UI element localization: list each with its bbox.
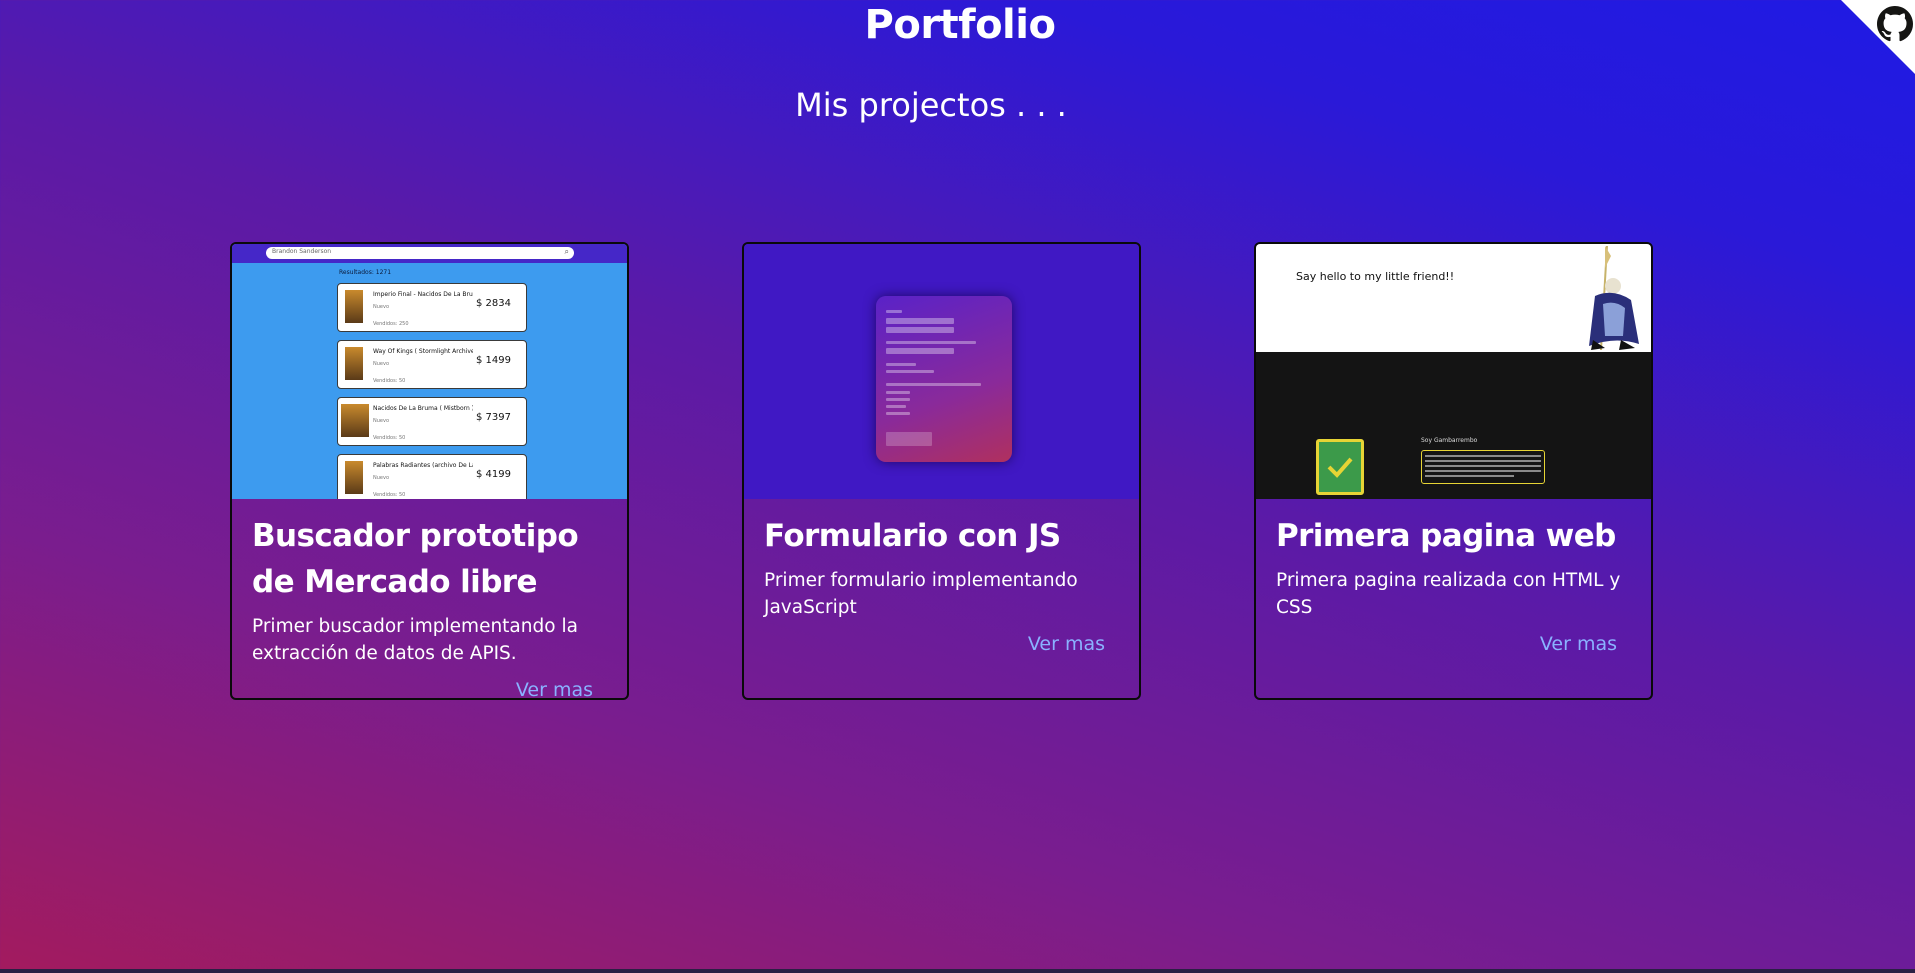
project-thumbnail [744, 244, 1139, 499]
project-description: Primer buscador implementando la extracc… [252, 616, 578, 664]
page-title: Portfolio [864, 2, 1056, 48]
ver-mas-link[interactable]: Ver mas [516, 679, 593, 698]
bottom-strip [0, 969, 1915, 973]
check-icon [1327, 457, 1353, 478]
ver-mas-link[interactable]: Ver mas [1028, 633, 1105, 655]
project-thumbnail: Brandon Sanderson ⌕ Resultados: 1271 Imp… [232, 244, 627, 499]
project-title: Formulario con JS [764, 518, 1061, 554]
thumb-results-label: Resultados: 1271 [339, 269, 392, 276]
project-thumbnail: Say hello to my little friend!! Soy Gamb… [1256, 244, 1651, 499]
book-cover [341, 404, 369, 437]
thumb-list-item: Way Of Kings ( Stormlight Archive 1 ) ..… [337, 340, 527, 389]
thumb-form-preview [876, 296, 1012, 462]
project-title: Buscador prototipo de Mercado libre [252, 518, 579, 600]
ver-mas-link[interactable]: Ver mas [1540, 633, 1617, 655]
project-card-primera-pagina: Say hello to my little friend!! Soy Gamb… [1254, 242, 1653, 700]
thumb-hero: Say hello to my little friend!! [1256, 244, 1651, 352]
project-card-body: Buscador prototipo de Mercado libre Prim… [232, 499, 627, 698]
project-title: Primera pagina web [1276, 518, 1616, 554]
thumb-text-box [1421, 450, 1545, 484]
search-icon: ⌕ [564, 247, 569, 256]
book-cover [345, 461, 363, 494]
project-card-formulario: Formulario con JS Primer formulario impl… [742, 242, 1141, 700]
project-description: Primer formulario implementando JavaScri… [764, 570, 1078, 618]
book-cover [345, 347, 363, 380]
thumb-list-item: Nacidos De La Bruma ( Mistborn ) Libro..… [337, 397, 527, 446]
thumb-search-input: Brandon Sanderson ⌕ [266, 247, 574, 259]
thumb-list-item: Imperio Final - Nacidos De La Bruma (m..… [337, 283, 527, 332]
thumb-check-box [1316, 439, 1364, 495]
thumb-list-item: Palabras Radiantes (archivo De Las Tor..… [337, 454, 527, 499]
project-card-body: Formulario con JS Primer formulario impl… [744, 499, 1139, 698]
thumb-header-bar: Brandon Sanderson ⌕ [232, 244, 627, 263]
page-subtitle: Mis projectos . . . [795, 86, 1067, 124]
character-illustration [1589, 245, 1639, 351]
project-card-buscador: Brandon Sanderson ⌕ Resultados: 1271 Imp… [230, 242, 629, 700]
book-cover [345, 290, 363, 323]
project-description: Primera pagina realizada con HTML y CSS [1276, 570, 1621, 618]
project-card-body: Primera pagina web Primera pagina realiz… [1256, 499, 1651, 698]
